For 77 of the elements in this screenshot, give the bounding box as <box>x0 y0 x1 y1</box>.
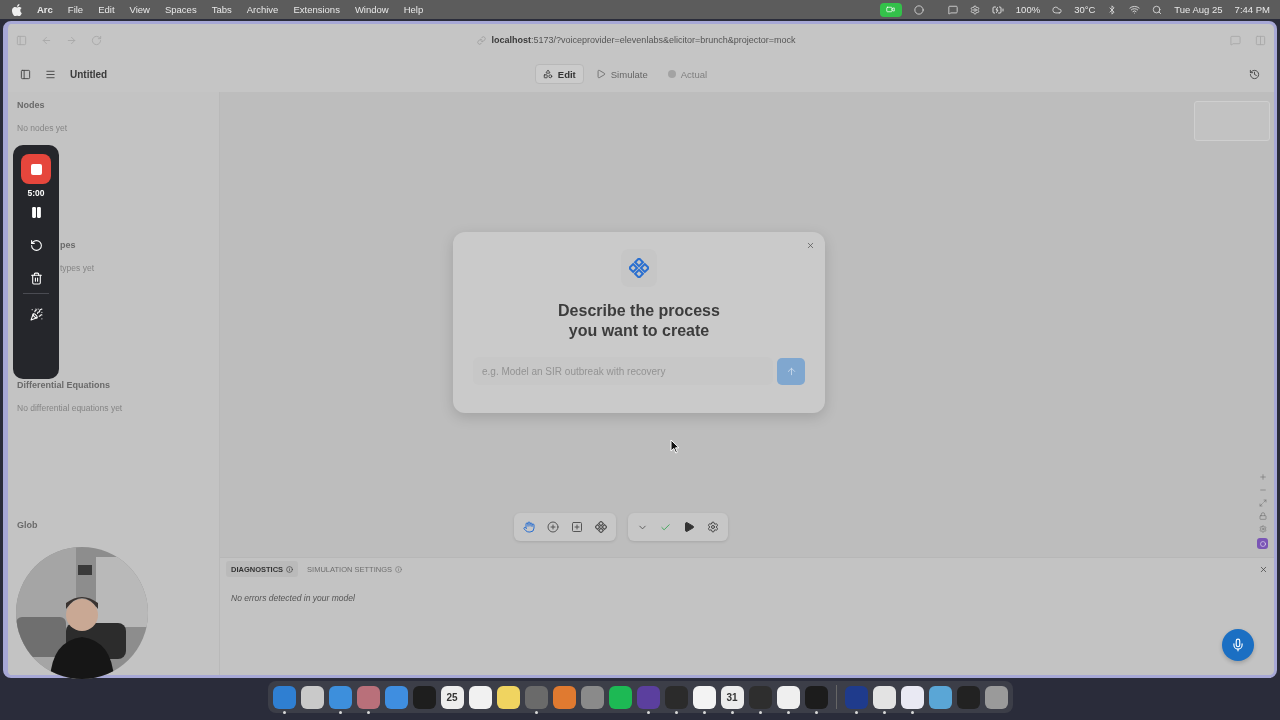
menu-item[interactable]: Spaces <box>164 4 197 15</box>
battery-percent: 100% <box>1015 4 1041 15</box>
app-icon[interactable] <box>300 685 324 709</box>
info-icon <box>286 565 294 573</box>
shapes-icon <box>542 69 553 79</box>
history-icon[interactable] <box>1249 68 1260 80</box>
mode-tab[interactable]: Simulate <box>587 64 656 84</box>
dialog-title: Describe the process you want to create <box>557 301 721 341</box>
app-icon[interactable] <box>776 685 800 709</box>
circle-icon <box>1259 540 1266 547</box>
app-icon[interactable] <box>496 685 520 709</box>
address-bar[interactable]: localhost:5173/?voiceprovider=elevenlabs&elicitor=brunch&projector=mock <box>491 35 796 45</box>
lock-icon[interactable] <box>1258 512 1267 520</box>
cursor-icon <box>670 439 680 454</box>
diagnostics-message: No errors detected in your model <box>230 592 356 603</box>
pause-icon[interactable] <box>29 206 43 219</box>
arrow-up-icon <box>785 365 797 377</box>
section-heading: Differential Equations <box>17 380 111 390</box>
stop-button[interactable] <box>21 154 51 184</box>
apple-logo-icon[interactable] <box>12 3 22 16</box>
microphone-button[interactable] <box>1222 629 1254 661</box>
app-icon[interactable] <box>900 685 924 709</box>
app-icon[interactable] <box>872 685 896 709</box>
plus-square-icon[interactable] <box>571 521 583 533</box>
search-icon[interactable] <box>1152 4 1163 15</box>
app-icon[interactable]: 31 <box>720 685 744 709</box>
camera-status-icon[interactable] <box>879 2 902 17</box>
recording-timer: 5:00 <box>27 188 45 198</box>
link-icon <box>476 35 486 45</box>
menu-item[interactable]: Archive <box>246 4 279 15</box>
close-button[interactable] <box>806 241 815 250</box>
menu-date[interactable]: Tue Aug 25 <box>1174 4 1223 15</box>
info-icon <box>394 565 402 573</box>
menu-item[interactable]: Arc <box>37 4 53 15</box>
cloud-icon[interactable] <box>1052 4 1063 15</box>
document-title: Untitled <box>70 68 108 80</box>
menu-item[interactable]: Help <box>403 4 424 15</box>
party-popper-icon[interactable] <box>29 308 43 321</box>
app-icon[interactable]: 25 <box>440 685 464 709</box>
app-icon[interactable] <box>608 685 632 709</box>
menu-item[interactable]: File <box>67 4 84 15</box>
app-icon[interactable] <box>692 685 716 709</box>
close-icon[interactable] <box>1259 564 1268 574</box>
circle-icon[interactable] <box>913 4 924 15</box>
play-icon[interactable] <box>683 521 695 533</box>
nodes-icon[interactable] <box>595 521 607 533</box>
wifi-icon[interactable] <box>1129 4 1141 15</box>
restart-icon[interactable] <box>29 239 43 252</box>
battery-icon[interactable] <box>991 3 1004 16</box>
menu-clock[interactable]: 7:44 PM <box>1234 4 1270 15</box>
nodes-icon <box>629 258 649 278</box>
sidebar-toggle-icon[interactable] <box>20 68 31 80</box>
section-heading: Glob <box>17 520 39 530</box>
plus-circle-icon[interactable] <box>547 521 559 533</box>
fit-view-icon[interactable] <box>1258 499 1267 507</box>
trash-icon[interactable] <box>29 272 43 285</box>
menu-icon[interactable] <box>45 68 56 80</box>
window-icon[interactable] <box>947 4 958 15</box>
menu-item[interactable]: Edit <box>98 4 115 15</box>
status-dot <box>667 70 676 78</box>
microphone-icon <box>1231 638 1245 652</box>
hand-icon[interactable] <box>523 521 535 533</box>
play-icon <box>595 69 606 79</box>
mode-tab[interactable]: Edit <box>534 64 584 84</box>
video-camera-icon <box>886 5 896 14</box>
bluetooth-icon[interactable] <box>1107 4 1118 15</box>
menu-item[interactable]: View <box>129 4 150 15</box>
section-heading: pes <box>60 240 77 250</box>
app-icon[interactable] <box>468 685 492 709</box>
app-icon[interactable] <box>928 685 952 709</box>
temperature: 30°C <box>1074 4 1096 15</box>
section-heading: Nodes <box>17 100 46 110</box>
menu-item[interactable]: Window <box>354 4 389 15</box>
plugin-button[interactable] <box>1257 538 1268 549</box>
menu-item[interactable]: Extensions <box>293 4 340 15</box>
settings-icon[interactable] <box>707 521 719 533</box>
menu-item[interactable]: Tabs <box>211 4 232 15</box>
